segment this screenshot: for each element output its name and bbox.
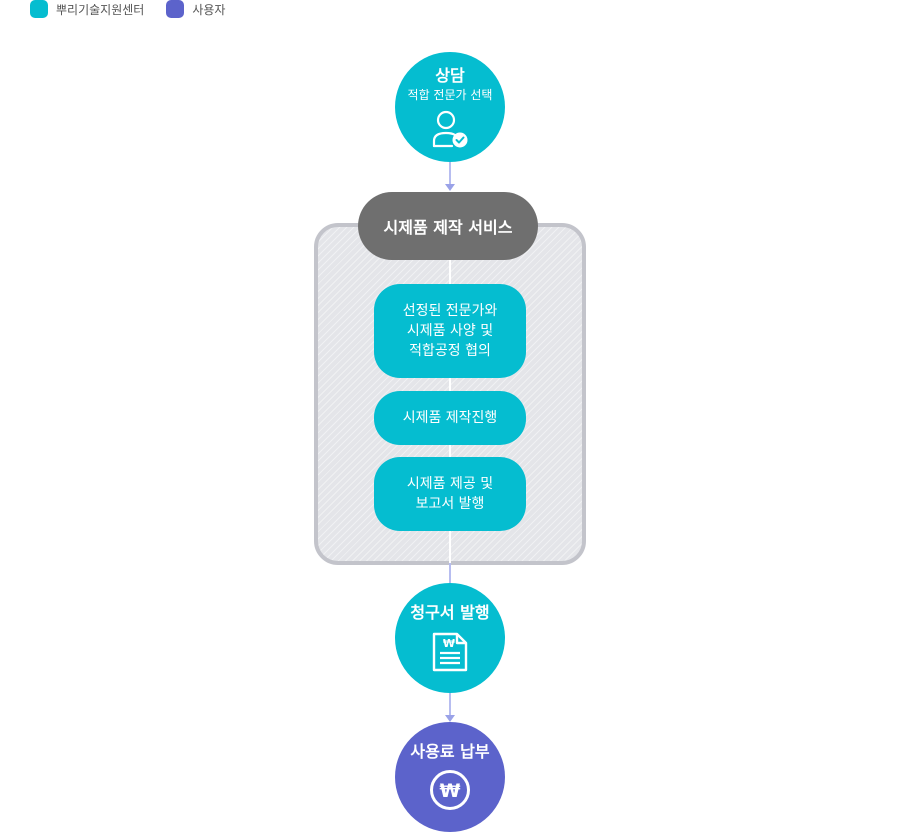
consult-subtitle: 적합 전문가 선택 (407, 87, 493, 102)
node-payment: 사용료 납부 ₩ (395, 722, 505, 832)
invoice-title: 청구서 발행 (410, 603, 490, 622)
legend-swatch-center (30, 0, 48, 18)
step-1-line-1: 선정된 전문가와 (402, 303, 498, 319)
legend-swatch-user (166, 0, 185, 18)
legend-label-center: 뿌리기술지원센터 (56, 2, 145, 17)
group-title: 시제품 제작 서비스 (358, 192, 538, 260)
step-expert-consultation: 선정된 전문가와 시제품 사양 및 적합공정 협의 (374, 284, 526, 378)
user-check-icon (432, 110, 468, 147)
payment-title: 사용료 납부 (410, 742, 490, 761)
node-invoice: 청구서 발행 ₩ (395, 583, 505, 693)
legend-item-center: 뿌리기술지원센터 (30, 0, 144, 18)
step-1-line-3: 적합공정 협의 (409, 343, 491, 359)
arrow-consult-group (445, 184, 455, 191)
step-2-line-1: 시제품 제작진행 (402, 410, 498, 426)
connector-consult-group (449, 162, 451, 184)
step-3-line-1: 시제품 제공 및 (406, 476, 494, 492)
legend-item-user: 사용자 (166, 0, 225, 18)
step-3-line-2: 보고서 발행 (415, 496, 485, 512)
invoice-won-sign: ₩ (443, 637, 455, 650)
connector-group-invoice (449, 563, 451, 583)
invoice-document-icon: ₩ (432, 632, 468, 672)
legend: 뿌리기술지원센터 사용자 (30, 0, 225, 18)
step-production: 시제품 제작진행 (374, 391, 526, 445)
won-coin-icon: ₩ (430, 770, 470, 810)
node-consult: 상담 적합 전문가 선택 (395, 52, 505, 162)
step-1-line-2: 시제품 사양 및 (406, 323, 494, 339)
arrow-invoice-payment (445, 715, 455, 722)
legend-label-user: 사용자 (192, 2, 226, 17)
payment-won-sign: ₩ (440, 780, 461, 802)
connector-invoice-payment (449, 693, 451, 715)
step-delivery-report: 시제품 제공 및 보고서 발행 (374, 457, 526, 531)
consult-title: 상담 (435, 65, 465, 85)
